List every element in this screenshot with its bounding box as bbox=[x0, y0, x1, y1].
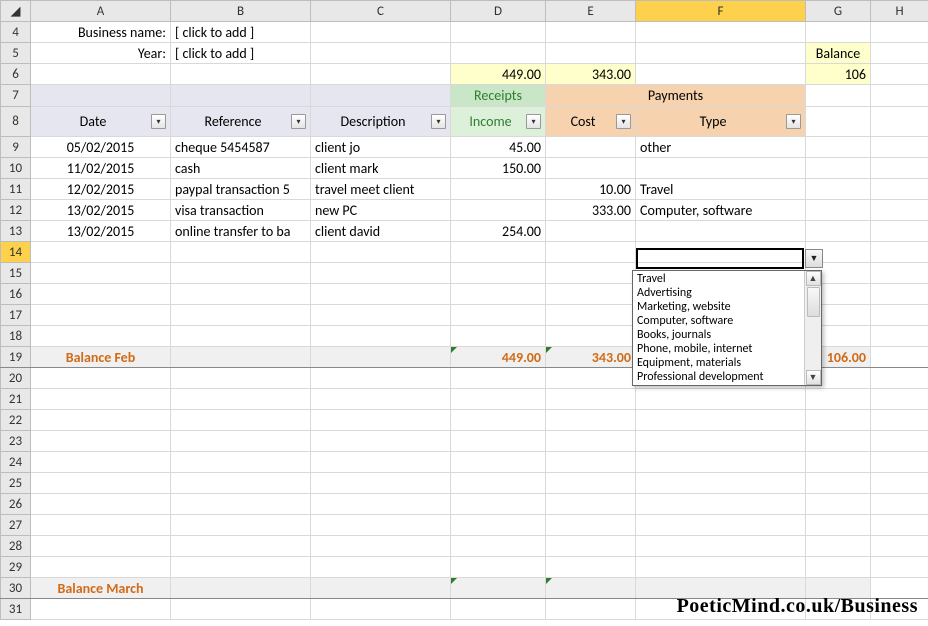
row-8[interactable]: 8 Date▾ Reference▾ Description▾ Income▾ … bbox=[1, 107, 928, 137]
row-11[interactable]: 11 12/02/2015 paypal transaction 5 trave… bbox=[1, 179, 928, 200]
row-23[interactable]: 23 bbox=[1, 431, 928, 452]
row-13[interactable]: 13 13/02/2015 online transfer to ba clie… bbox=[1, 221, 928, 242]
filter-reference-button[interactable]: ▾ bbox=[291, 114, 306, 129]
scroll-up-icon[interactable]: ▲ bbox=[806, 271, 821, 286]
col-hdr-D[interactable]: D bbox=[451, 1, 546, 22]
row-hdr-5[interactable]: 5 bbox=[1, 43, 31, 64]
row-hdr-8[interactable]: 8 bbox=[1, 107, 31, 137]
hdr-income-label: Income bbox=[455, 113, 526, 130]
filter-type-button[interactable]: ▾ bbox=[786, 114, 801, 129]
column-header-row[interactable]: ◢ A B C D E F G H bbox=[1, 1, 928, 22]
cell-A30[interactable]: Balance March bbox=[31, 578, 171, 599]
row-28[interactable]: 28 bbox=[1, 536, 928, 557]
filter-income-button[interactable]: ▾ bbox=[526, 114, 541, 129]
hdr-cost[interactable]: Cost▾ bbox=[546, 107, 636, 137]
row-27[interactable]: 27 bbox=[1, 515, 928, 536]
cell-A5[interactable]: Year: bbox=[31, 43, 171, 64]
dropdown-option[interactable]: Advertising bbox=[633, 286, 804, 300]
col-hdr-F[interactable]: F bbox=[636, 1, 806, 22]
cell-E6[interactable]: 343.00 bbox=[546, 64, 636, 85]
row-25[interactable]: 25 bbox=[1, 473, 928, 494]
validation-dropdown-list[interactable]: TravelAdvertisingMarketing, websiteCompu… bbox=[632, 270, 822, 386]
col-hdr-G[interactable]: G bbox=[806, 1, 871, 22]
cell-G5[interactable]: Balance bbox=[806, 43, 871, 64]
cell-E7F7[interactable]: Payments bbox=[546, 85, 806, 107]
data-validation-dropdown-button[interactable]: ▼ bbox=[805, 249, 823, 268]
hdr-cost-label: Cost bbox=[550, 113, 616, 130]
col-hdr-E[interactable]: E bbox=[546, 1, 636, 22]
cell-F14[interactable] bbox=[636, 242, 806, 263]
hdr-description[interactable]: Description▾ bbox=[311, 107, 451, 137]
select-all-corner[interactable]: ◢ bbox=[1, 1, 31, 22]
dropdown-option[interactable]: Marketing, website bbox=[633, 300, 804, 314]
dropdown-option[interactable]: Phone, mobile, internet bbox=[633, 342, 804, 356]
filter-date-button[interactable]: ▾ bbox=[151, 114, 166, 129]
row-14[interactable]: 14 bbox=[1, 242, 928, 263]
hdr-reference[interactable]: Reference▾ bbox=[171, 107, 311, 137]
row-9[interactable]: 9 05/02/2015 cheque 5454587 client jo 45… bbox=[1, 137, 928, 158]
cell-G6[interactable]: 106 bbox=[806, 64, 871, 85]
col-hdr-B[interactable]: B bbox=[171, 1, 311, 22]
hdr-type-label: Type bbox=[640, 113, 786, 130]
row-10[interactable]: 10 11/02/2015 cash client mark 150.00 bbox=[1, 158, 928, 179]
cell-A19[interactable]: Balance Feb bbox=[31, 347, 171, 368]
cell-D19[interactable]: 449.00 bbox=[451, 347, 546, 368]
col-hdr-A[interactable]: A bbox=[31, 1, 171, 22]
watermark-text: PoeticMind.co.uk/Business bbox=[677, 595, 918, 618]
row-hdr-7[interactable]: 7 bbox=[1, 85, 31, 107]
dropdown-option[interactable]: Computer, software bbox=[633, 314, 804, 328]
cell-B5[interactable]: [ click to add ] bbox=[171, 43, 311, 64]
row-24[interactable]: 24 bbox=[1, 452, 928, 473]
row-7[interactable]: 7 Receipts Payments bbox=[1, 85, 928, 107]
cell-E19[interactable]: 343.00 bbox=[546, 347, 636, 368]
hdr-income[interactable]: Income▾ bbox=[451, 107, 546, 137]
row-22[interactable]: 22 bbox=[1, 410, 928, 431]
dropdown-option[interactable]: Equipment, materials bbox=[633, 356, 804, 370]
cell-B4[interactable]: [ click to add ] bbox=[171, 22, 311, 43]
row-4[interactable]: 4 Business name: [ click to add ] bbox=[1, 22, 928, 43]
row-29[interactable]: 29 bbox=[1, 557, 928, 578]
hdr-description-label: Description bbox=[315, 113, 431, 130]
filter-description-button[interactable]: ▾ bbox=[431, 114, 446, 129]
hdr-date[interactable]: Date▾ bbox=[31, 107, 171, 137]
dropdown-scrollbar[interactable]: ▲ ▼ bbox=[804, 271, 821, 385]
dropdown-option[interactable]: Professional development bbox=[633, 370, 804, 384]
cell-A4[interactable]: Business name: bbox=[31, 22, 171, 43]
hdr-type[interactable]: Type▾ bbox=[636, 107, 806, 137]
cell-D6[interactable]: 449.00 bbox=[451, 64, 546, 85]
scroll-down-icon[interactable]: ▼ bbox=[806, 370, 821, 385]
scroll-thumb[interactable] bbox=[807, 287, 820, 317]
row-5[interactable]: 5 Year: [ click to add ] Balance bbox=[1, 43, 928, 64]
row-12[interactable]: 12 13/02/2015 visa transaction new PC 33… bbox=[1, 200, 928, 221]
row-6[interactable]: 6 449.00 343.00 106 bbox=[1, 64, 928, 85]
cell-D7[interactable]: Receipts bbox=[451, 85, 546, 107]
dropdown-option[interactable]: Travel bbox=[633, 272, 804, 286]
hdr-date-label: Date bbox=[35, 113, 151, 130]
spreadsheet: ◢ A B C D E F G H 4 Business name: [ cli… bbox=[0, 0, 928, 626]
hdr-reference-label: Reference bbox=[175, 113, 291, 130]
row-hdr-4[interactable]: 4 bbox=[1, 22, 31, 43]
col-hdr-C[interactable]: C bbox=[311, 1, 451, 22]
filter-cost-button[interactable]: ▾ bbox=[616, 114, 631, 129]
row-26[interactable]: 26 bbox=[1, 494, 928, 515]
row-hdr-6[interactable]: 6 bbox=[1, 64, 31, 85]
dropdown-option[interactable]: Books, journals bbox=[633, 328, 804, 342]
row-hdr-14[interactable]: 14 bbox=[1, 242, 31, 263]
col-hdr-H[interactable]: H bbox=[871, 1, 928, 22]
row-21[interactable]: 21 bbox=[1, 389, 928, 410]
